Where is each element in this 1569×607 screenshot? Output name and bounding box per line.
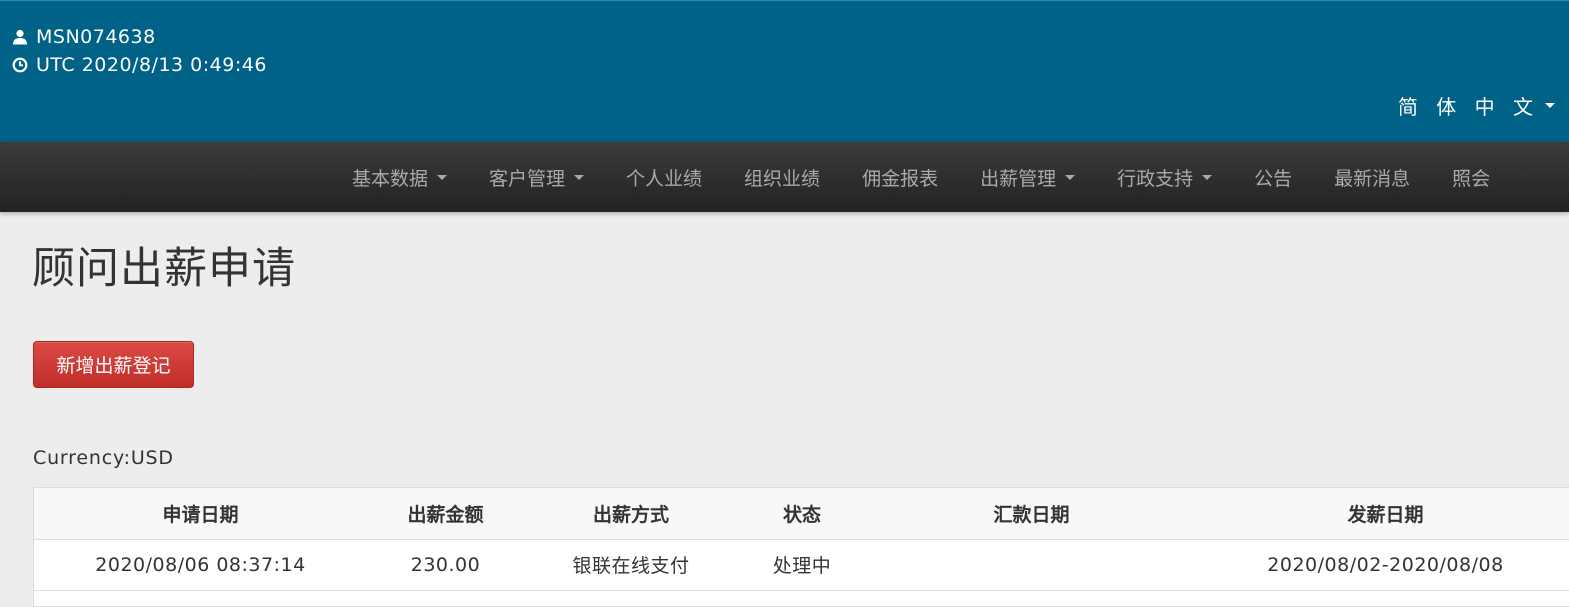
nav-item-label: 公告 bbox=[1254, 167, 1293, 190]
column-header[interactable]: 出薪金额 bbox=[367, 488, 524, 540]
nav-item-label: 佣金报表 bbox=[862, 167, 939, 190]
nav-item[interactable]: 客户管理 bbox=[468, 142, 605, 212]
chevron-down-icon bbox=[1545, 102, 1555, 108]
nav-menu: 基本数据 客户管理 个人业绩 组织业绩 佣金报表 出薪管理 行政支持 公告 最新消息 照会 bbox=[331, 142, 1511, 212]
nav-item-label: 出薪管理 bbox=[980, 167, 1057, 190]
table-cell: 银联在线支付 bbox=[524, 539, 738, 591]
language-selector[interactable]: 简 体 中 文 bbox=[1398, 91, 1555, 119]
chevron-down-icon bbox=[437, 174, 448, 180]
nav-item-label: 个人业绩 bbox=[626, 167, 703, 190]
column-header[interactable]: 状态 bbox=[738, 488, 866, 540]
nav-item[interactable]: 行政支持 bbox=[1096, 142, 1233, 212]
table-row[interactable]: 2020/08/06 08:37:14 230.00 银联在线支付 处理中 2020/0… bbox=[34, 539, 1569, 591]
payout-table: 申请日期 出薪金额 出薪方式 状态 汇款日期 发薪日期 2020/08/06 08:37:… bbox=[33, 487, 1569, 607]
chevron-down-icon bbox=[1202, 174, 1213, 180]
table-cell: 处理中 bbox=[738, 539, 866, 591]
language-label: 简 体 中 文 bbox=[1397, 94, 1539, 119]
server-time: UTC 2020/8/13 0:49:46 bbox=[11, 53, 267, 77]
page-title: 顾问出薪申请 bbox=[32, 244, 296, 294]
table-cell: 2020/08/06 08:37:14 bbox=[34, 539, 367, 591]
nav-item[interactable]: 公告 bbox=[1233, 142, 1313, 212]
nav-item-label: 照会 bbox=[1452, 167, 1491, 190]
top-header: MSN074638 UTC 2020/8/13 0:49:46 简 体 中 文 bbox=[0, 0, 1569, 142]
nav-item[interactable]: 个人业绩 bbox=[605, 142, 723, 212]
table-cell: 230.00 bbox=[367, 539, 524, 591]
column-header[interactable]: 发薪日期 bbox=[1197, 488, 1569, 540]
column-header[interactable]: 汇款日期 bbox=[866, 488, 1197, 540]
chevron-down-icon bbox=[1065, 174, 1076, 180]
nav-item-label: 组织业绩 bbox=[744, 167, 821, 190]
nav-item[interactable]: 组织业绩 bbox=[723, 142, 841, 212]
nav-item[interactable]: 照会 bbox=[1431, 142, 1511, 212]
datetime-text: UTC 2020/8/13 0:49:46 bbox=[36, 54, 267, 76]
nav-item-label: 行政支持 bbox=[1117, 167, 1194, 190]
column-header[interactable]: 申请日期 bbox=[34, 488, 367, 540]
nav-item[interactable]: 基本数据 bbox=[331, 142, 468, 212]
nav-item-label: 基本数据 bbox=[352, 167, 429, 190]
nav-item-label: 客户管理 bbox=[489, 167, 566, 190]
user-icon bbox=[11, 28, 29, 46]
table-cell bbox=[866, 539, 1197, 591]
clock-icon bbox=[11, 56, 29, 74]
nav-item[interactable]: 佣金报表 bbox=[841, 142, 959, 212]
nav-item[interactable]: 最新消息 bbox=[1313, 142, 1431, 212]
currency-label: Currency:USD bbox=[33, 447, 174, 469]
main-navbar: 基本数据 客户管理 个人业绩 组织业绩 佣金报表 出薪管理 行政支持 公告 最新消息 照会 bbox=[0, 142, 1569, 212]
username: MSN074638 bbox=[36, 26, 156, 48]
user-info: MSN074638 bbox=[11, 25, 156, 49]
table-header-row: 申请日期 出薪金额 出薪方式 状态 汇款日期 发薪日期 bbox=[34, 488, 1569, 540]
add-payout-button[interactable]: 新增出薪登记 bbox=[33, 341, 194, 388]
nav-item-label: 最新消息 bbox=[1334, 167, 1411, 190]
column-header[interactable]: 出薪方式 bbox=[524, 488, 738, 540]
nav-item[interactable]: 出薪管理 bbox=[959, 142, 1096, 212]
table-cell: 2020/08/02-2020/08/08 bbox=[1197, 539, 1569, 591]
chevron-down-icon bbox=[574, 174, 585, 180]
